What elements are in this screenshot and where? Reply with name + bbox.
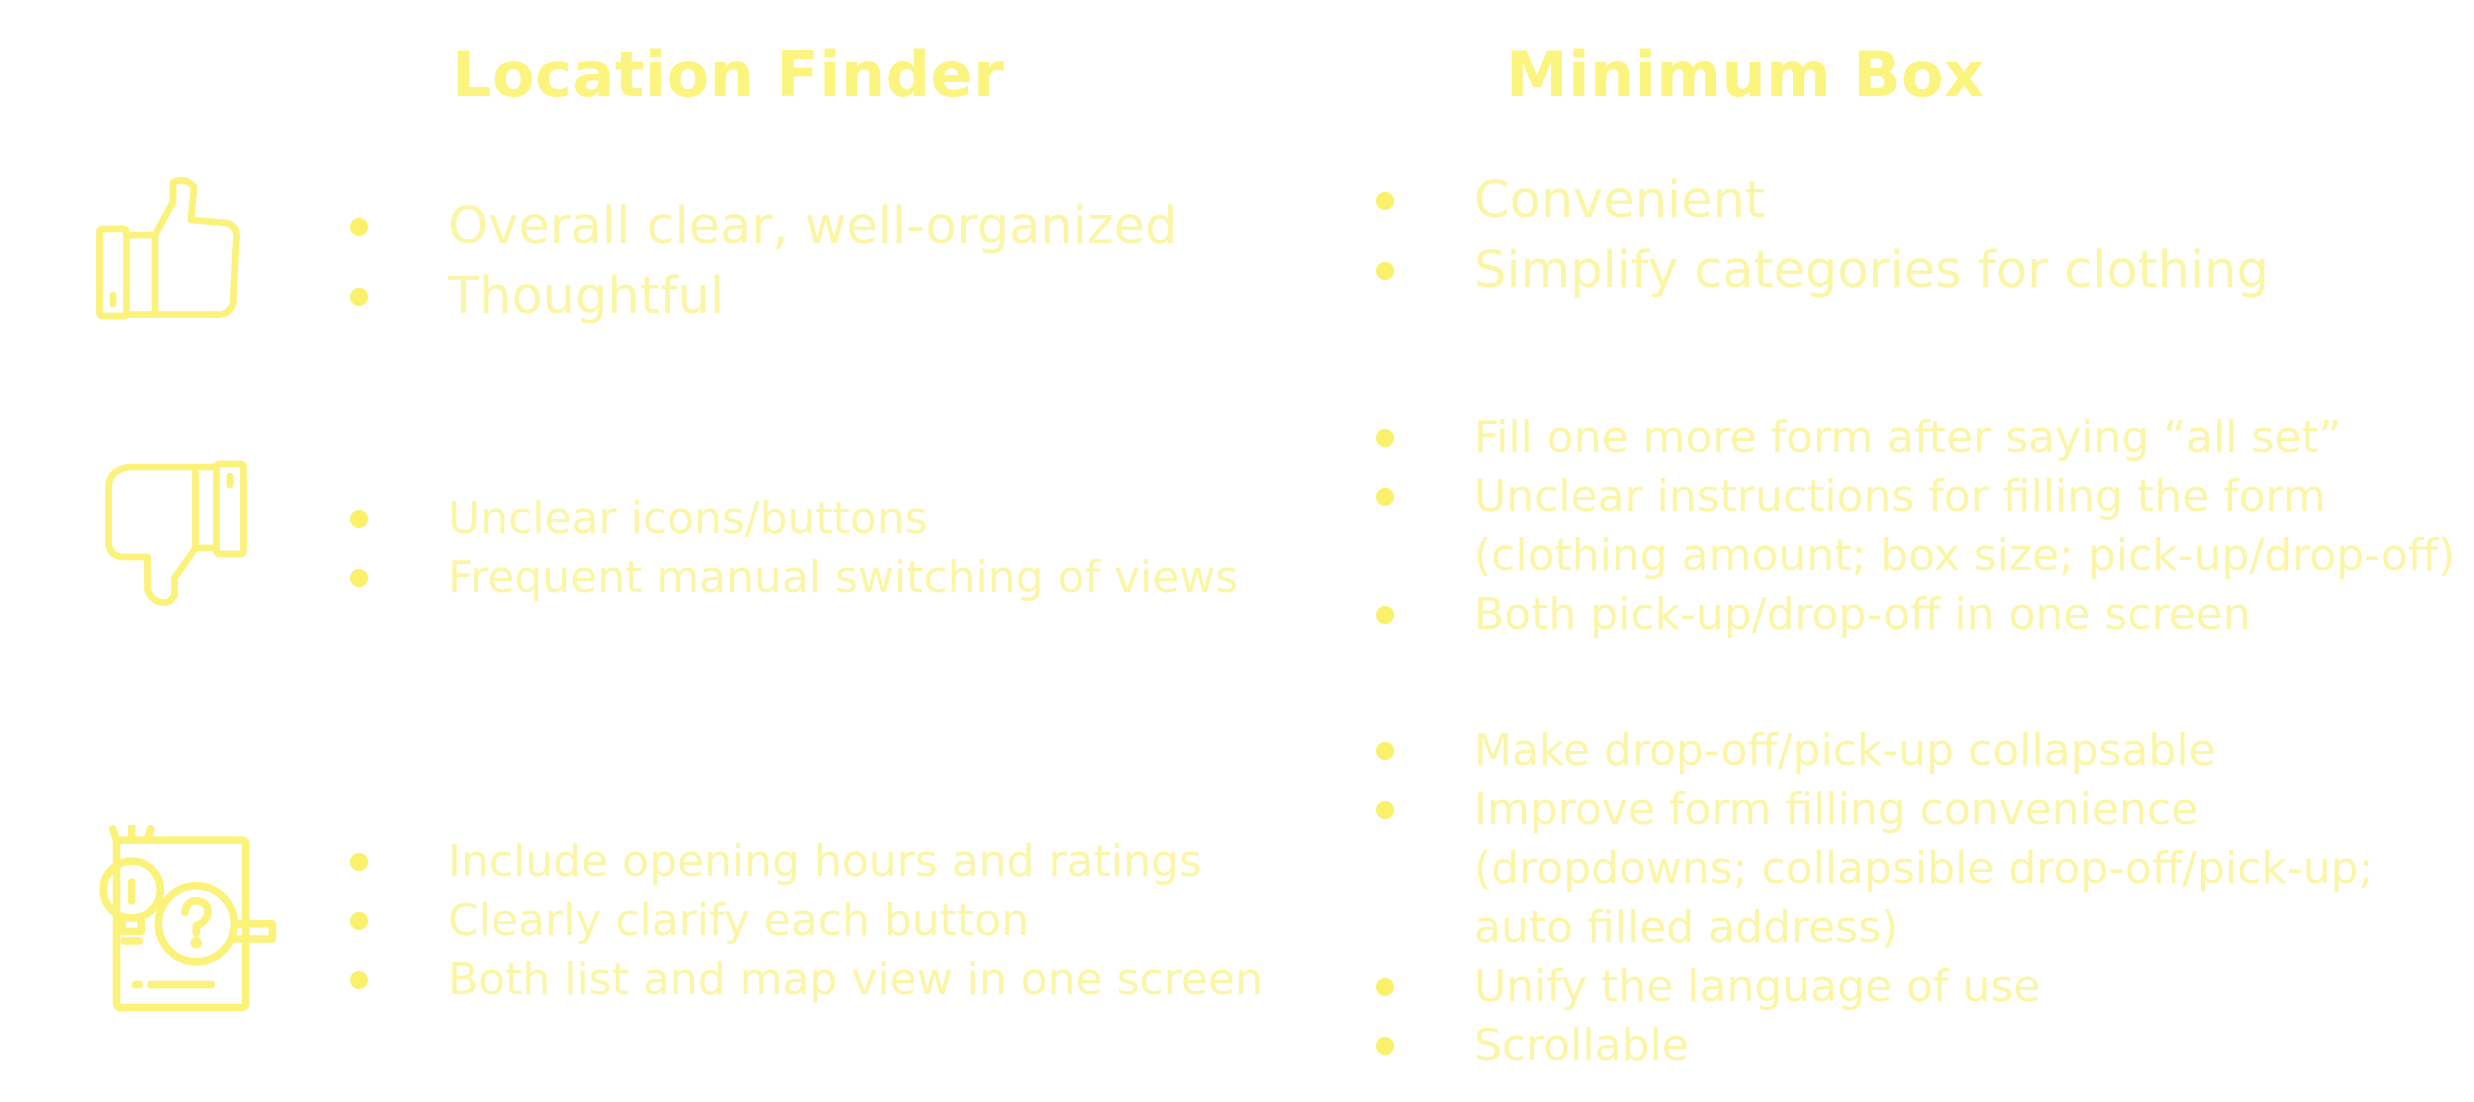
list-item: Overall clear, well-organized [350, 192, 1177, 262]
thumbs-down-icon [105, 460, 247, 606]
list-item: Unclear icons/buttons [350, 489, 1238, 548]
list-item: Make drop-off/pick-up collapsable [1376, 721, 2373, 780]
list-item: Unify the language of use [1376, 957, 2373, 1016]
list-item: Convenient [1376, 166, 2269, 236]
list-item: Unclear instructions for filling the for… [1376, 467, 2455, 585]
list-item: Fill one more form after saying “all set… [1376, 408, 2455, 467]
list-item: Scrollable [1376, 1016, 2373, 1075]
list-item: Frequent manual switching of views [350, 548, 1238, 607]
minimum-box-suggestions: Make drop-off/pick-up collapsable Improv… [1376, 721, 2373, 1075]
minimum-box-title: Minimum Box [1506, 38, 1985, 111]
list-item: Improve form filling convenience (dropdo… [1376, 780, 2373, 957]
minimum-box-positives: Convenient Simplify categories for cloth… [1376, 166, 2269, 306]
minimum-box-negatives: Fill one more form after saying “all set… [1376, 408, 2455, 644]
location-finder-positives: Overall clear, well-organized Thoughtful [350, 192, 1177, 332]
thumbs-up-icon [96, 176, 240, 320]
lightbulb-question-icon [99, 825, 277, 1012]
location-finder-suggestions: Include opening hours and ratings Clearl… [350, 832, 1263, 1009]
list-item: Both list and map view in one screen [350, 950, 1263, 1009]
location-finder-title: Location Finder [452, 38, 1005, 111]
list-item: Simplify categories for clothing [1376, 236, 2269, 306]
list-item: Clearly clarify each button [350, 891, 1263, 950]
location-finder-negatives: Unclear icons/buttons Frequent manual sw… [350, 489, 1238, 607]
list-item: Include opening hours and ratings [350, 832, 1263, 891]
list-item: Thoughtful [350, 262, 1177, 332]
list-item: Both pick-up/drop-off in one screen [1376, 585, 2455, 644]
